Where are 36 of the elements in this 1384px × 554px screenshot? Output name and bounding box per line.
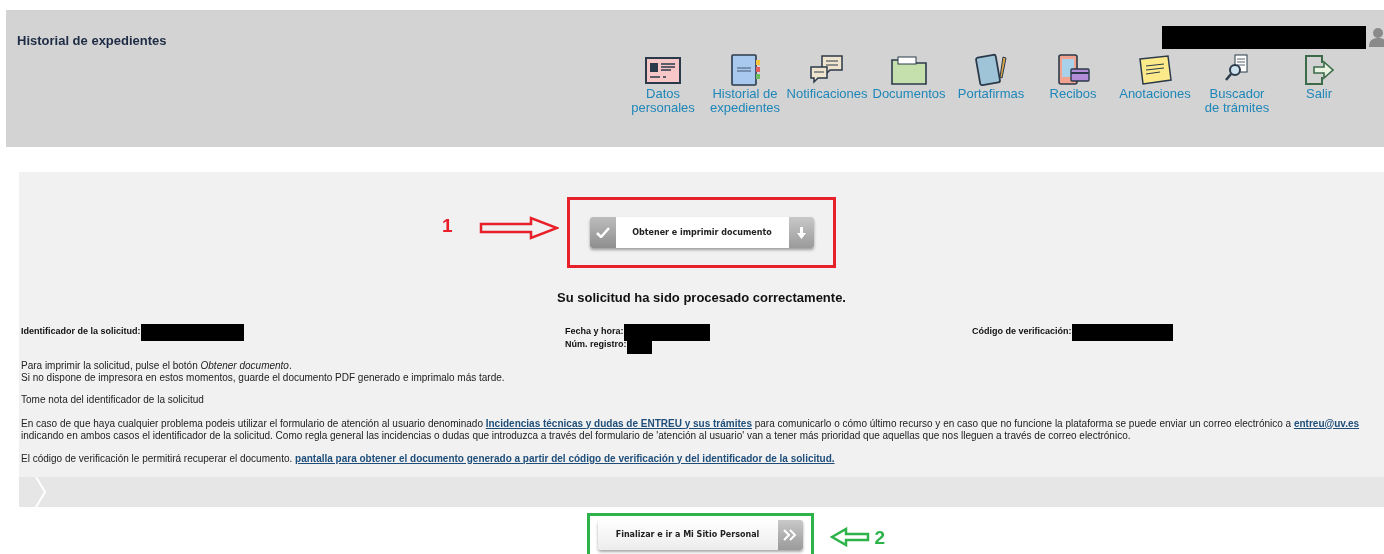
text-link[interactable]: Incidencias técnicas y dudas de ENTREU y sus trámites [485,417,752,429]
text-link[interactable]: pantalla para obtener el documento generado a partir del código de verificación y del identificador de la solicitud. [295,452,835,464]
nav-item[interactable]: Anotaciones [1114,52,1196,115]
print-button[interactable]: Obtener e imprimir documento [589,217,814,248]
sticky-note-icon [1136,52,1174,87]
nav-item[interactable]: Buscador de trámites [1196,52,1278,115]
field-label: Código de verificación: [972,325,1072,339]
nav-item[interactable]: Historial de expedientes [704,52,786,115]
check-icon [595,227,610,238]
download-arrow-icon [796,226,806,239]
nav-item[interactable]: Documentos [868,52,950,115]
info-paragraph: Para imprimir la solicitud, pulse el botón Obtener documento. [21,359,293,372]
nav-item[interactable]: Salir [1278,52,1360,115]
nav-item[interactable]: Notificaciones [786,52,868,115]
info-paragraph: Si no dispone de impresora en estos momentos, guarde el documento PDF generado e imprimalo más tarde. [21,371,506,384]
nav-item[interactable]: Portafirmas [950,52,1032,115]
step-number: 2 [874,526,886,550]
step-number: 1 [442,214,453,238]
info-paragraph: Tome nota del identificador de la solicitud [21,393,205,406]
success-message: Su solicitud ha sido procesado correctamente. [556,289,847,307]
finish-button[interactable]: Finalizar e ir a Mi Sitio Personal [597,520,803,550]
annotation-arrow [829,527,870,547]
info-paragraph: El código de verificación le permitirá recuperar el documento. pantalla para obtener el documento generado a partir del código de verificación y del identificador de la solicitud. [21,452,836,465]
tablet-pen-icon [972,52,1010,87]
chat-icon [808,52,846,87]
field-label: Identificador de la solicitud: [21,325,141,339]
field-label: Fecha y hora: [565,325,624,339]
page-title: Historial de expedientes [17,32,167,50]
text-link[interactable]: entreu@uv.es [1293,417,1360,429]
field-label: Núm. registro: [565,338,627,352]
chevron-icon [35,477,47,507]
nav-item[interactable]: Recibos [1032,52,1114,115]
user-icon [1368,27,1384,47]
double-chevron-icon [783,529,797,541]
nav-item[interactable]: Datos personales [622,52,704,115]
info-paragraph: En caso de que haya cualquier problema podeis utilizar el formulario de atención al usuario denominado Incidencias técnicas y dudas de ENTREU y sus trámites para comunicarlo o cómo último recurso y en caso que no funcione la plataforma se puede enviar un correo electrónico a entreu@uv.es indicando en ambos casos el identificador de la solicitud. Como regla general las incidencias o dudas que introduzca a través del formulario de 'atención al usuario' van a tener más prioridad que aquellas que nos lleguen a través de correo electrónico. [21,417,1361,442]
